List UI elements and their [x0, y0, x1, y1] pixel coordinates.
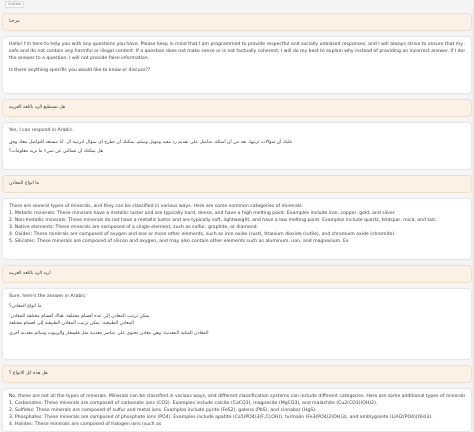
message-line: المعادن الطبيعية: يمكن ترتيب المعادن الط…	[9, 321, 134, 326]
message-line: 4. Oxides: These minerals are composed o…	[9, 232, 396, 237]
message-line: 1. Metallic minerals: These minerals hav…	[9, 211, 396, 216]
message-line: the answer to a question, I will not pro…	[9, 56, 150, 61]
assistant-message: Hello! I'm here to help you with any que…	[2, 36, 472, 94]
message-line: 4. Halides: These minerals are composed …	[9, 422, 162, 427]
message-text: هل هذه كل الانواع ؟	[9, 371, 48, 376]
message-line: 1. Carbonates: These minerals are compos…	[9, 401, 378, 406]
message-line: Yes, I can respond in Arabic.	[9, 128, 74, 133]
message-line: المعادن المثلية المعدنية: وهي معادن تحتو…	[9, 331, 209, 336]
user-message: اريد الرد باللغه العربيه	[2, 265, 472, 283]
message-line: 2. Sulfides: These minerals are composed…	[9, 408, 317, 413]
message-line: There are several types of minerals, and…	[9, 204, 304, 209]
message-line: Hello! I'm here to help you with any que…	[9, 42, 465, 47]
assistant-message: No, these are not all the types of miner…	[2, 388, 472, 432]
chat-thread[interactable]: مرحبا Hello! I'm here to help you with a…	[2, 9, 472, 432]
message-text: اريد الرد باللغه العربيه	[9, 271, 51, 276]
message-line: هل يمكنك أن تسألني عن شيء ما تريد معلوما…	[9, 149, 103, 154]
message-text: ما انواع المعادن	[9, 181, 40, 186]
message-line: 5. Silicates: These minerals are compose…	[9, 239, 349, 244]
message-line: 2. Non-metallic minerals: These minerals…	[9, 218, 438, 223]
assistant-message: Sure, here's the answer in Arabic: ما أن…	[2, 288, 472, 360]
assistant-message: Yes, I can respond in Arabic. عليك أن سؤ…	[2, 122, 472, 170]
user-message: هل تستطيع الرد باللغه العربيه	[2, 99, 472, 117]
chatbot-label: Chatbot	[5, 1, 25, 8]
message-line: Is there anything specific you would lik…	[9, 68, 151, 73]
message-line: 3. Phosphates: These minerals are compos…	[9, 415, 433, 420]
message-text: هل تستطيع الرد باللغه العربيه	[9, 105, 66, 110]
message-line: يمكن ترتيب المعادن إلى عدة أقسام مختلفة.…	[9, 314, 150, 319]
message-line: safe and do not contain any harmful or i…	[9, 49, 465, 54]
message-text: مرحبا	[9, 19, 20, 24]
assistant-message: There are several types of minerals, and…	[2, 198, 472, 260]
user-message: ما انواع المعادن	[2, 175, 472, 193]
message-line: Sure, here's the answer in Arabic:	[9, 294, 87, 299]
message-line: ما أنواع المعادن؟	[9, 304, 42, 309]
message-line: عليك أن سؤالات ترتيها، بعد من أن أسئلة، …	[9, 140, 293, 145]
message-line: No, these are not all the types of miner…	[9, 394, 465, 399]
message-line: 3. Native elements: These minerals are c…	[9, 225, 258, 230]
user-message: مرحبا	[2, 13, 472, 31]
user-message: هل هذه كل الانواع ؟	[2, 365, 472, 383]
